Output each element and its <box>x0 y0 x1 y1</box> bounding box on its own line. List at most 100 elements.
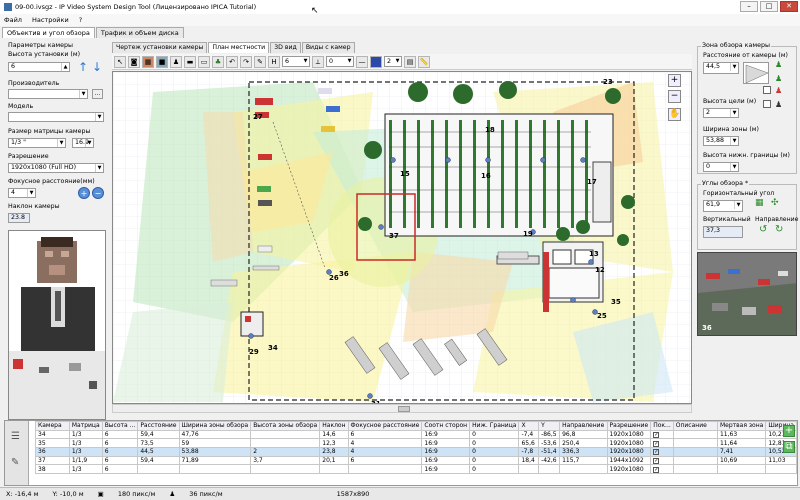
zoom-out-focal-button[interactable]: − <box>92 187 104 199</box>
person-green-icon: ♟ <box>775 60 783 69</box>
install-height-field[interactable]: 6 ▲ <box>8 62 70 72</box>
menu-settings[interactable]: Настройки <box>32 16 69 24</box>
col-header[interactable]: Y <box>538 421 561 431</box>
sensor-select[interactable]: 1/3 " ▼ <box>8 138 66 148</box>
close-button[interactable]: ✕ <box>780 1 798 12</box>
minimize-button[interactable]: – <box>740 1 758 12</box>
table-row[interactable]: 34 1/3 6 59,4 47,76 14,6 6 16:9 0 -7,4 -86,5 96,8 19… <box>35 429 797 440</box>
v-angle-field[interactable]: 37,3 <box>703 226 743 238</box>
rotate-left-icon[interactable]: ↺ <box>759 224 767 235</box>
col-header[interactable]: Расстояние <box>137 421 180 431</box>
tab-traffic[interactable]: Трафик и объем диска <box>95 27 184 38</box>
rect-tool-icon[interactable]: ■ <box>156 55 168 68</box>
cam-label-19: 19 <box>523 230 533 238</box>
manufacturer-select[interactable]: ▼ <box>8 89 88 99</box>
visible-checkbox[interactable]: ✓ <box>653 466 660 473</box>
angle-combo[interactable]: 0 ▼ <box>326 56 354 67</box>
person-tool-icon[interactable]: ♟ <box>170 55 182 68</box>
rotate-right-icon[interactable]: ↻ <box>775 224 783 235</box>
model-select[interactable]: ▼ <box>8 112 104 122</box>
target-height-field[interactable]: 2 ▼ <box>703 108 739 118</box>
browse-button[interactable]: ... <box>92 89 103 99</box>
tab-3d-view[interactable]: 3D вид <box>270 42 301 53</box>
lower-bound-field[interactable]: 0 ▼ <box>703 162 739 172</box>
camera-tool-icon[interactable]: ◙ <box>128 55 140 68</box>
cam-label-18: 18 <box>485 126 495 134</box>
visible-checkbox[interactable]: ✓ <box>653 449 660 456</box>
tab-lens[interactable]: Объектив и угол обзора <box>2 27 95 38</box>
radio-option-1[interactable] <box>763 86 771 94</box>
zone-width-field[interactable]: 53,88 ▼ <box>703 136 739 146</box>
tab-site-plan[interactable]: План местности <box>208 42 270 53</box>
col-header[interactable]: Пок... <box>650 421 674 431</box>
col-header[interactable]: Ширина зоны обзора <box>178 421 252 431</box>
edit-pen-icon[interactable]: ✎ <box>11 457 19 468</box>
preview-camera-number: 36 <box>702 324 712 332</box>
grid-icon[interactable]: ▤ <box>404 55 416 68</box>
camera-list-icon[interactable]: ☰ <box>11 431 20 442</box>
select-tool-icon[interactable]: ↖ <box>114 55 126 68</box>
col-header[interactable]: Камера <box>35 421 70 431</box>
sensor-mm-select[interactable]: 16.9 ▼ <box>72 138 94 148</box>
zoom-in-focal-button[interactable]: + <box>78 187 90 199</box>
count-combo[interactable]: 2 ▼ <box>384 56 402 67</box>
col-header[interactable]: Мертвая зона <box>716 421 767 431</box>
col-header[interactable]: X <box>518 421 540 431</box>
visible-checkbox[interactable]: ✓ <box>653 432 660 438</box>
col-header[interactable]: Высота зоны обзора <box>250 421 321 431</box>
horizontal-scrollbar[interactable] <box>112 404 692 413</box>
color-picker-icon[interactable] <box>370 55 382 68</box>
col-header[interactable]: Соотн сторон <box>421 421 471 431</box>
table-row-selected[interactable]: 36 1/3 6 44,5 53,88 2 23,8 4 16:9 0 -7,8 -51,4 336,3… <box>35 447 797 457</box>
tree-tool-icon[interactable]: ♣ <box>212 55 224 68</box>
pan-hand-icon[interactable]: ✋ <box>668 108 681 121</box>
arrow-up-icon[interactable]: ↑ <box>78 60 88 74</box>
ruler-icon[interactable]: 📏 <box>418 55 430 68</box>
visible-checkbox[interactable]: ✓ <box>653 440 660 447</box>
table-row[interactable]: 35 1/3 6 73,5 59 12,3 4 16:9 0 65,6 -53,6 250,4 1920… <box>35 438 797 449</box>
car-tool-icon[interactable]: ▬ <box>184 55 196 68</box>
line-style-icon[interactable]: — <box>356 55 368 68</box>
tab-camera-views[interactable]: Виды с камер <box>301 42 355 53</box>
tilt-field[interactable]: 23.8 <box>8 213 30 223</box>
truck-tool-icon[interactable]: ▭ <box>198 55 210 68</box>
menu-file[interactable]: Файл <box>4 16 22 24</box>
distance-field[interactable]: 44,5 ▼ <box>703 62 739 74</box>
height-combo[interactable]: 6 ▼ <box>282 56 310 67</box>
arrow-down-icon[interactable]: ↓ <box>92 60 102 74</box>
redo-icon[interactable]: ↷ <box>240 55 252 68</box>
cam-label-13: 13 <box>589 250 599 258</box>
brush-icon[interactable]: ✎ <box>254 55 266 68</box>
col-header[interactable]: Наклон <box>319 421 349 431</box>
col-header[interactable]: Описание <box>672 421 718 431</box>
resolution-select[interactable]: 1920x1080 (Full HD) ▼ <box>8 163 104 173</box>
zoom-in-icon[interactable]: + <box>668 74 681 87</box>
table-row[interactable]: 38 1/3 6 16:9 0 1920x1080 ✓ <box>35 464 797 475</box>
direction-label: Направление <box>755 216 799 223</box>
cam-label-25: 25 <box>597 312 607 320</box>
col-header[interactable]: Высота ... <box>101 421 139 431</box>
person-dark-icon: ♟ <box>775 100 783 109</box>
focal-select[interactable]: 4 ▼ <box>8 188 36 198</box>
col-header[interactable]: Разрешение <box>606 421 652 431</box>
distance-label: Расстояние от камеры (м) <box>703 52 788 59</box>
grid-green-icon[interactable]: ▦ <box>755 198 764 208</box>
copy-camera-button[interactable]: ⧉ <box>783 441 795 453</box>
undo-icon[interactable]: ↶ <box>226 55 238 68</box>
h-angle-field[interactable]: 61,9 ▼ <box>703 200 743 212</box>
zoom-out-icon[interactable]: − <box>668 90 681 103</box>
col-header[interactable]: Матрица <box>68 421 103 431</box>
expand-green-icon[interactable]: ✣ <box>771 198 779 208</box>
visible-checkbox[interactable]: ✓ <box>653 458 660 464</box>
maximize-button[interactable]: □ <box>760 1 778 12</box>
radio-option-2[interactable] <box>763 100 771 108</box>
col-header[interactable]: Направление <box>559 421 608 431</box>
menu-help[interactable]: ? <box>79 16 82 24</box>
table-row[interactable]: 37 1/1,9 6 59,4 71,89 3,7 20,1 6 16:9 0 18,4 -42,6 1… <box>35 455 797 466</box>
add-camera-button[interactable]: + <box>783 425 795 437</box>
col-header[interactable]: Фокусное расстояние <box>347 421 423 431</box>
tab-install-drawing[interactable]: Чертеж установки камеры <box>112 42 208 53</box>
wall-tool-icon[interactable]: ▦ <box>142 55 154 68</box>
site-plan-canvas[interactable]: 27 23 18 15 16 17 19 37 36 26 13 12 35 2… <box>112 71 692 404</box>
col-header[interactable]: Ниж. Граница <box>469 421 520 431</box>
